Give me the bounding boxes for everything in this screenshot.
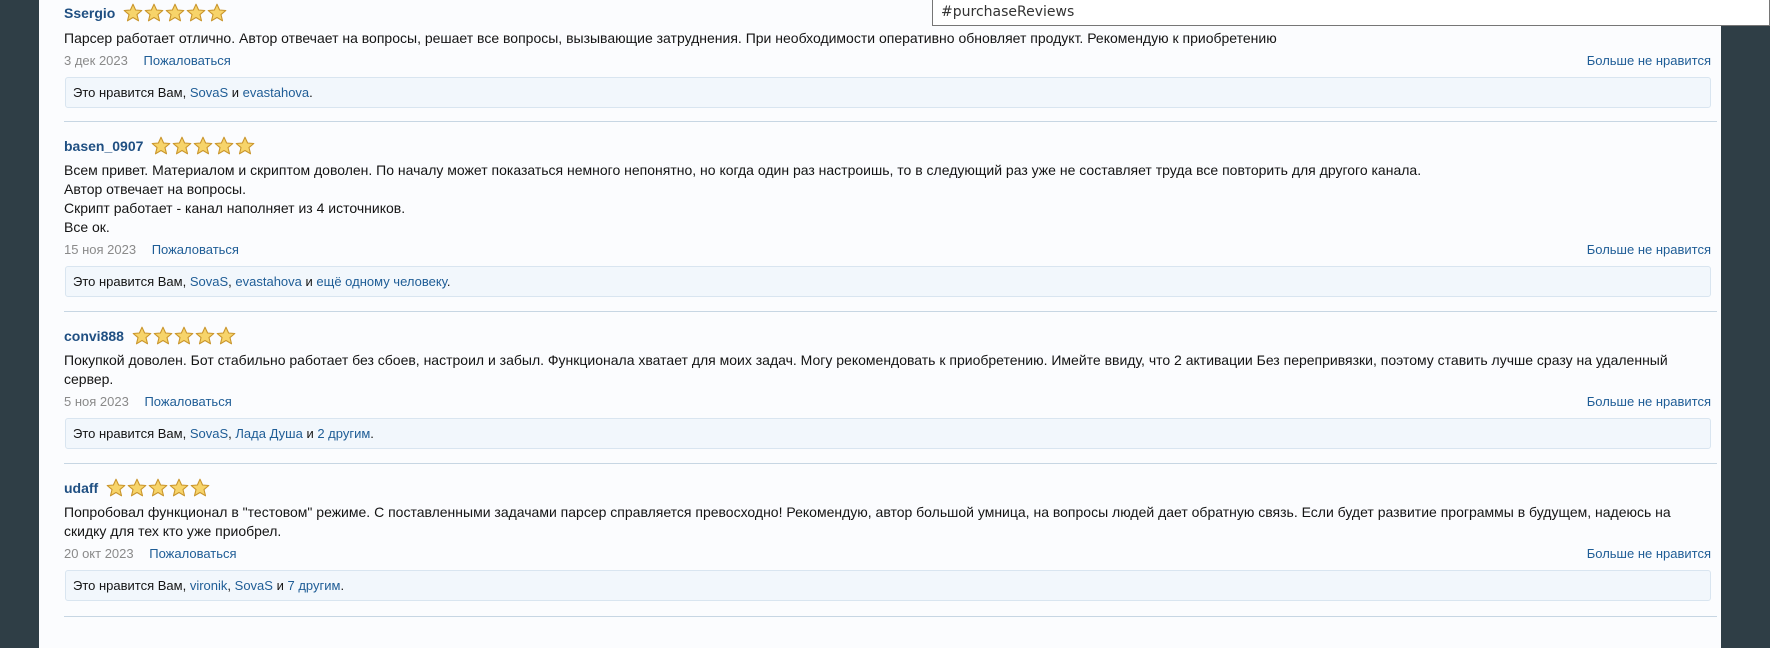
likes-others-link[interactable]: 7 другим	[287, 578, 340, 593]
review-date: 15 ноя 2023	[64, 242, 137, 257]
star-icon	[132, 326, 152, 345]
review-meta: 5 ноя 2023 Пожаловаться Больше не нравит…	[64, 393, 1711, 411]
review-text: Парсер работает отлично. Автор отвечает …	[64, 29, 1704, 48]
review-meta: 3 дек 2023 Пожаловаться Больше не нравит…	[64, 52, 1711, 70]
likes-bar: Это нравится Вам, SovaS, evastahova и ещ…	[65, 266, 1711, 297]
report-link[interactable]: Пожаловаться	[149, 546, 236, 561]
likes-and: и	[231, 85, 240, 100]
likes-tail: .	[340, 578, 345, 593]
likes-and: и	[276, 578, 284, 593]
star-icon	[145, 3, 164, 22]
likes-others-link[interactable]: 2 другим	[317, 426, 370, 441]
review-text: Покупкой доволен. Бот стабильно работает…	[64, 351, 1704, 389]
review-text-line: Скрипт работает - канал наполняет из 4 и…	[64, 200, 406, 216]
rating-stars	[123, 3, 227, 23]
star-icon	[148, 478, 168, 497]
reviews-page: Ssergio Парсер работает отлично. Автор о…	[39, 0, 1721, 648]
likes-prefix: Это нравится Вам,	[73, 274, 187, 289]
likes-and: и	[306, 426, 314, 441]
likes-others-link[interactable]: ещё одному человеку	[316, 274, 446, 289]
star-icon	[208, 3, 227, 22]
review-header: Ssergio	[64, 1, 227, 25]
review-header: basen_0907	[64, 134, 255, 158]
review-text-line: Всем привет. Материалом и скриптом довол…	[64, 162, 1422, 178]
review-text-line: Все ок.	[64, 219, 110, 235]
liker-link[interactable]: SovaS	[190, 85, 228, 100]
liker-link[interactable]: evastahova	[243, 85, 310, 100]
star-icon	[195, 326, 215, 345]
review-text-line: Автор отвечает на вопросы.	[64, 181, 246, 197]
review-header: convi888	[64, 324, 236, 348]
review-item: udaff Попробовал функционал в "тестовом"…	[64, 463, 1717, 617]
unlike-link[interactable]: Больше не нравится	[1587, 393, 1711, 411]
star-icon	[236, 136, 255, 155]
likes-prefix: Это нравится Вам,	[73, 85, 187, 100]
report-link[interactable]: Пожаловаться	[152, 242, 239, 257]
review-header: udaff	[64, 476, 210, 500]
review-date: 3 дек 2023	[64, 53, 128, 68]
likes-prefix: Это нравится Вам,	[73, 578, 187, 593]
star-icon	[190, 478, 210, 497]
report-link[interactable]: Пожаловаться	[144, 394, 231, 409]
likes-tail: .	[309, 85, 313, 100]
review-date: 5 ноя 2023	[64, 394, 129, 409]
liker-link[interactable]: Лада Душа	[235, 426, 302, 441]
likes-prefix: Это нравится Вам,	[73, 426, 187, 441]
star-icon	[152, 136, 171, 155]
report-link[interactable]: Пожаловаться	[144, 53, 231, 68]
review-item: convi888 Покупкой доволен. Бот стабильно…	[64, 311, 1717, 464]
star-icon	[166, 3, 185, 22]
star-icon	[124, 3, 143, 22]
star-icon	[187, 3, 206, 22]
unlike-link[interactable]: Больше не нравится	[1587, 241, 1711, 259]
liker-link[interactable]: vironik	[190, 578, 228, 593]
review-date: 20 окт 2023	[64, 546, 134, 561]
review-author-link[interactable]: Ssergio	[64, 5, 115, 21]
unlike-link[interactable]: Больше не нравится	[1587, 545, 1711, 563]
likes-bar: Это нравится Вам, vironik, SovaS и 7 дру…	[65, 570, 1711, 601]
liker-link[interactable]: SovaS	[190, 274, 228, 289]
review-author-link[interactable]: convi888	[64, 328, 124, 344]
liker-link[interactable]: SovaS	[190, 426, 228, 441]
likes-tail: .	[370, 426, 374, 441]
review-author-link[interactable]: udaff	[64, 480, 98, 496]
review-text-line: Парсер работает отлично. Автор отвечает …	[64, 30, 1277, 46]
unlike-link[interactable]: Больше не нравится	[1587, 52, 1711, 70]
likes-bar: Это нравится Вам, SovaS, Лада Душа и 2 д…	[65, 418, 1711, 449]
rating-stars	[106, 478, 210, 498]
review-item: basen_0907 Всем привет. Материалом и скр…	[64, 121, 1717, 312]
review-meta: 15 ноя 2023 Пожаловаться Больше не нрави…	[64, 241, 1711, 259]
likes-tail: .	[446, 274, 451, 289]
star-icon	[106, 478, 126, 497]
star-icon	[169, 478, 189, 497]
star-icon	[194, 136, 213, 155]
star-icon	[127, 478, 147, 497]
liker-link[interactable]: SovaS	[235, 578, 273, 593]
hover-tooltip: #purchaseReviews	[932, 0, 1770, 26]
review-meta: 20 окт 2023 Пожаловаться Больше не нрави…	[64, 545, 1711, 563]
review-text: Попробовал функционал в "тестовом" режим…	[64, 503, 1704, 541]
review-text-line: Попробовал функционал в "тестовом" режим…	[64, 504, 1671, 539]
rating-stars	[151, 136, 255, 156]
star-icon	[173, 136, 192, 155]
review-text-line: Покупкой доволен. Бот стабильно работает…	[64, 352, 1668, 387]
star-icon	[153, 326, 173, 345]
review-author-link[interactable]: basen_0907	[64, 138, 143, 154]
star-icon	[216, 326, 236, 345]
liker-link[interactable]: evastahova	[235, 274, 302, 289]
star-icon	[215, 136, 234, 155]
star-icon	[174, 326, 194, 345]
rating-stars	[132, 326, 236, 346]
likes-bar: Это нравится Вам, SovaS и evastahova.	[65, 77, 1711, 108]
likes-and: и	[305, 274, 313, 289]
review-text: Всем привет. Материалом и скриптом довол…	[64, 161, 1704, 237]
